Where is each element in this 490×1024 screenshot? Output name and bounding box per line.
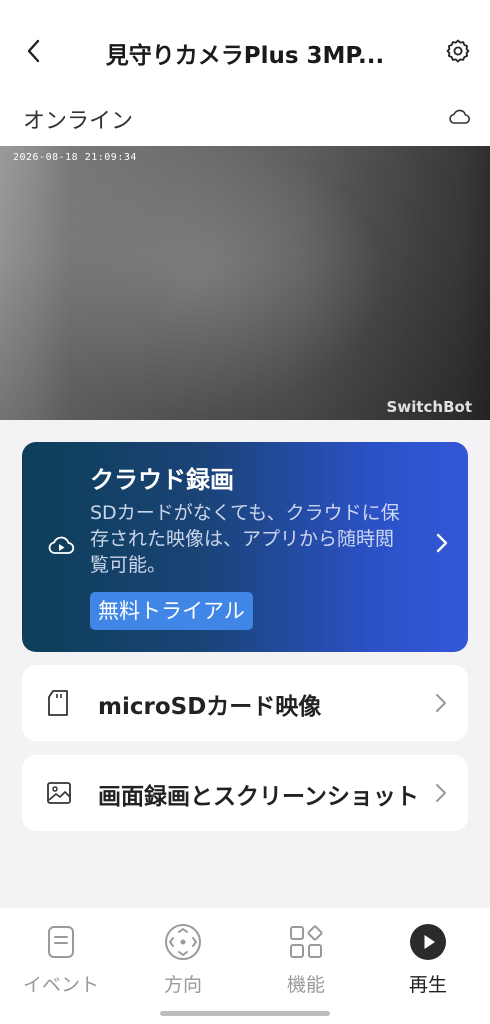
status-row: オンライン (0, 100, 490, 146)
video-timestamp: 2026-08-18 21:09:34 (13, 152, 137, 163)
cloud-play-icon (48, 536, 75, 554)
tab-features[interactable]: 機能 (246, 922, 366, 1002)
tab-event[interactable]: イベント (1, 922, 121, 1002)
image-icon (47, 782, 71, 804)
tab-direction[interactable]: 方向 (123, 922, 243, 1002)
tab-playback[interactable]: 再生 (368, 922, 488, 1002)
microsd-video-item[interactable]: microSDカード映像 (22, 665, 468, 741)
online-status: オンライン (23, 109, 134, 134)
grid-apps-icon (290, 925, 323, 958)
switchbot-watermark: SwitchBot (386, 398, 472, 416)
document-icon (48, 926, 74, 958)
page-title: 見守りカメラPlus 3MP... (105, 43, 385, 69)
header-bar: 見守りカメラPlus 3MP... (0, 0, 490, 100)
tab-direction-label: 方向 (163, 974, 202, 996)
sd-card-icon (48, 690, 68, 716)
cloud-recording-title: クラウド録画 (90, 466, 234, 494)
gear-icon (446, 39, 470, 63)
play-circle-icon (410, 924, 446, 960)
cloud-icon[interactable] (446, 104, 472, 130)
cloud-recording-description: SDカードがなくても、クラウドに保存された映像は、アプリから随時閲覧可能。 (90, 502, 400, 576)
settings-button[interactable] (442, 34, 474, 68)
chevron-right-icon (436, 533, 448, 553)
back-button[interactable] (18, 34, 50, 68)
free-trial-button[interactable]: 無料トライアル (90, 592, 253, 630)
microsd-video-label: microSDカード映像 (98, 694, 322, 720)
bottom-tab-bar: イベント 方向 機能 再生 (0, 908, 490, 1024)
screen-recording-item[interactable]: 画面録画とスクリーンショット (22, 755, 468, 831)
screen-recording-label: 画面録画とスクリーンショット (98, 784, 419, 810)
tab-playback-label: 再生 (408, 974, 447, 996)
home-indicator (160, 1011, 330, 1016)
tab-features-label: 機能 (286, 974, 325, 996)
chevron-left-icon (27, 39, 40, 63)
cloud-recording-card[interactable]: クラウド録画 SDカードがなくても、クラウドに保存された映像は、アプリから随時閲… (22, 442, 468, 652)
chevron-right-icon (436, 694, 446, 712)
camera-live-view[interactable]: 2026-08-18 21:09:34 SwitchBot (0, 146, 490, 420)
chevron-right-icon (436, 784, 446, 802)
direction-pad-icon (165, 924, 201, 960)
tab-event-label: イベント (22, 974, 99, 996)
